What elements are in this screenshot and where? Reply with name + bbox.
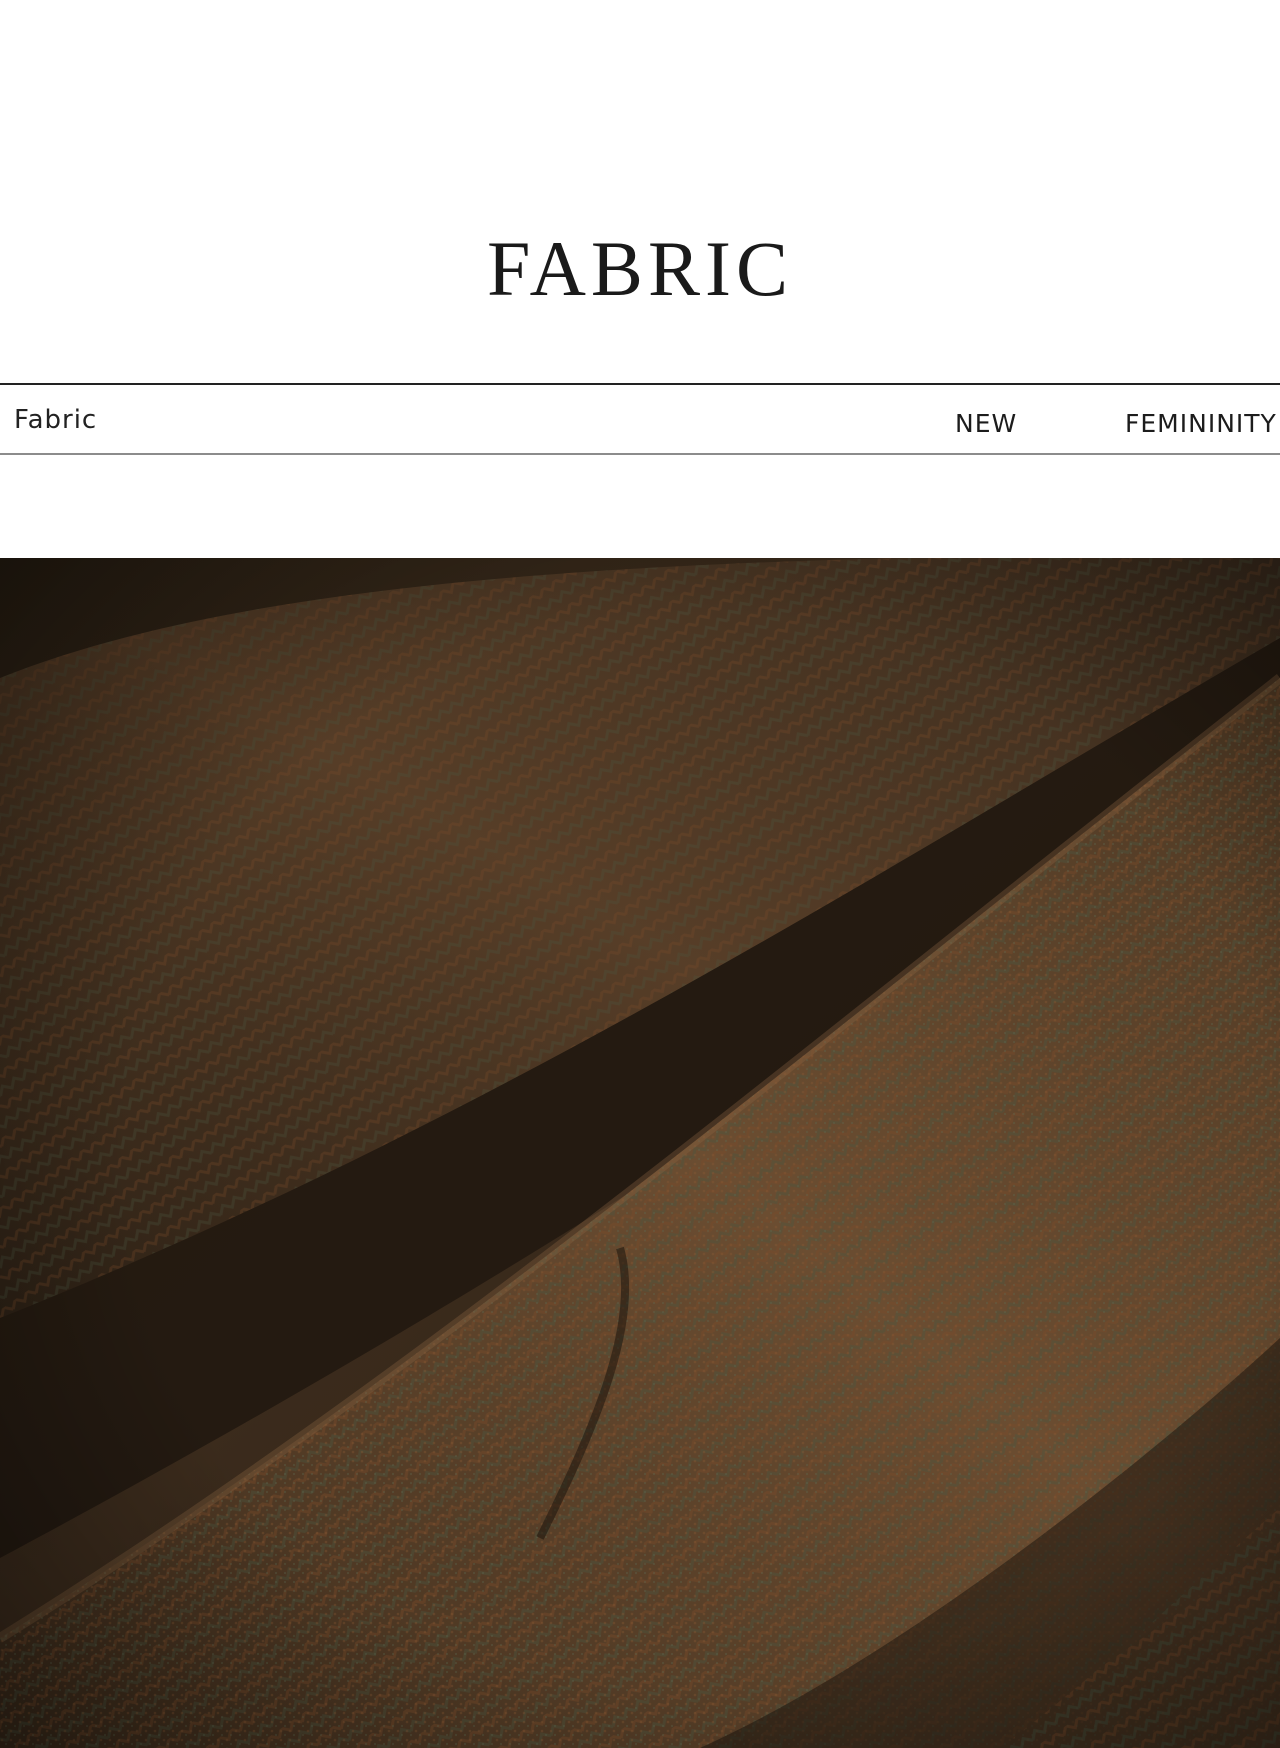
- fabric-closeup-photo: [0, 558, 1280, 1748]
- nav-item-femininity[interactable]: FEMININITY: [1125, 409, 1277, 438]
- page-title: FABRIC: [487, 225, 793, 312]
- nav-section-label: Fabric: [14, 405, 98, 435]
- category-nav-bar: Fabric NEW FEMININITY: [0, 383, 1280, 455]
- nav-item-new[interactable]: NEW: [955, 409, 1017, 438]
- fabric-image: [0, 558, 1280, 1748]
